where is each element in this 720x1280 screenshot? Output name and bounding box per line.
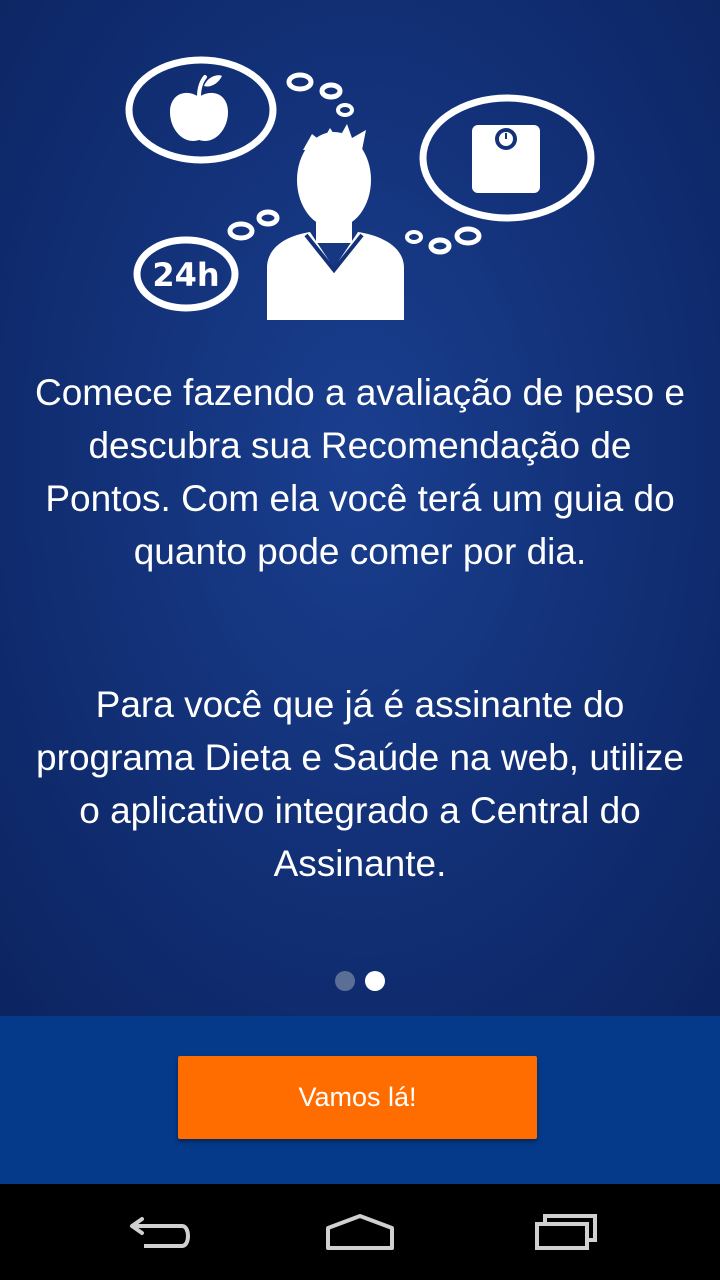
page-dot-2-active[interactable] bbox=[365, 971, 385, 991]
page-indicator bbox=[0, 971, 720, 991]
recents-icon bbox=[535, 1214, 597, 1250]
footer-bar: Vamos lá! bbox=[0, 1016, 720, 1184]
back-icon bbox=[130, 1217, 190, 1248]
apple-icon bbox=[170, 75, 228, 141]
home-button[interactable] bbox=[315, 1204, 405, 1260]
scale-thought-bubble bbox=[419, 94, 595, 222]
page-dot-1[interactable] bbox=[335, 971, 355, 991]
vamos-la-button[interactable]: Vamos lá! bbox=[178, 1056, 537, 1139]
apple-thought-bubble bbox=[125, 56, 277, 164]
back-button[interactable] bbox=[115, 1204, 205, 1260]
person-icon bbox=[267, 124, 404, 320]
screen: 24h Comece fazendo a avaliação de peso e… bbox=[0, 0, 720, 1280]
recents-button[interactable] bbox=[518, 1204, 608, 1260]
onboarding-page: 24h Comece fazendo a avaliação de peso e… bbox=[0, 0, 720, 1016]
weighing-scale-icon bbox=[472, 125, 540, 193]
24h-clock-icon: 24h bbox=[152, 256, 219, 294]
24h-thought-bubble: 24h bbox=[133, 236, 239, 312]
home-icon bbox=[326, 1214, 394, 1250]
intro-paragraph-2: Para você que já é assinante do programa… bbox=[36, 684, 684, 884]
system-navigation-bar bbox=[0, 1184, 720, 1280]
intro-paragraph-1: Comece fazendo a avaliação de peso e des… bbox=[35, 372, 685, 572]
hero-illustration: 24h bbox=[125, 56, 595, 320]
